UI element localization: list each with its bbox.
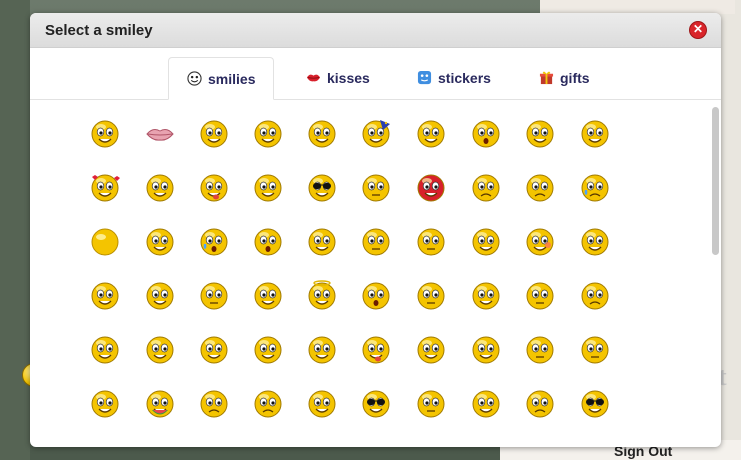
laughing-smiley-icon[interactable] [579, 118, 611, 150]
nerd-smiley-icon[interactable] [470, 226, 502, 258]
skeptical-smiley-icon[interactable] [252, 118, 284, 150]
neutral-eyes-smiley-icon[interactable] [198, 280, 230, 312]
smile-cover-mouth-smiley-icon[interactable] [89, 118, 121, 150]
grin-smiley-icon[interactable] [198, 118, 230, 150]
rage-fists-smiley-icon[interactable] [89, 280, 121, 312]
shocked-smiley-icon[interactable] [252, 226, 284, 258]
tab-label: gifts [560, 69, 590, 86]
evil-smiley-icon[interactable] [252, 280, 284, 312]
angry-smiley-icon[interactable] [415, 172, 447, 204]
raised-brow-smiley-icon[interactable] [415, 334, 447, 366]
wide-eyes-smiley-icon[interactable] [579, 226, 611, 258]
love-struck-smiley-icon[interactable] [89, 172, 121, 204]
gritted-teeth-smiley-icon[interactable] [89, 388, 121, 420]
rolling-eyes-smiley-icon[interactable] [198, 334, 230, 366]
crying-smiley-icon[interactable] [579, 172, 611, 204]
ball-smiley-icon[interactable] [89, 226, 121, 258]
lips-tab-icon [306, 74, 321, 82]
meh-smiley-icon[interactable] [579, 334, 611, 366]
unsure-smiley-icon[interactable] [524, 334, 556, 366]
side-eye-smiley-icon[interactable] [252, 172, 284, 204]
peeking-smiley-icon[interactable] [360, 388, 392, 420]
tab-label: stickers [438, 69, 491, 86]
cool-smiley-icon[interactable] [306, 172, 338, 204]
crafty-smiley-icon[interactable] [252, 334, 284, 366]
dialog-title: Select a smiley [45, 22, 153, 39]
pout-smiley-icon[interactable] [306, 388, 338, 420]
surprised-smiley-icon[interactable] [470, 118, 502, 150]
sly-smiley-icon[interactable] [524, 280, 556, 312]
tab-label: smilies [208, 70, 256, 87]
scrollbar[interactable] [712, 107, 719, 255]
suspicious-smiley-icon[interactable] [415, 388, 447, 420]
background-left-panel [0, 0, 30, 460]
scream-smiley-icon[interactable] [360, 280, 392, 312]
frown-smiley-icon[interactable] [524, 172, 556, 204]
smiley-tab-icon [187, 71, 202, 86]
tab-smilies[interactable]: smilies [168, 57, 275, 100]
tab-label: kisses [327, 69, 370, 86]
wink-smiley-icon[interactable] [415, 118, 447, 150]
frightened-smiley-icon[interactable] [524, 388, 556, 420]
goggles-smiley-icon[interactable] [579, 388, 611, 420]
gift-tab-icon [539, 71, 554, 85]
watermelon-smiley-icon[interactable] [144, 388, 176, 420]
smiley-dialog: Select a smiley ✕ smilies kisses sticker… [30, 13, 721, 447]
grumpy-smiley-icon[interactable] [252, 388, 284, 420]
angel-smiley-icon[interactable] [306, 280, 338, 312]
doubtful-smiley-icon[interactable] [579, 280, 611, 312]
lips-smiley-icon[interactable] [144, 118, 176, 150]
tab-gifts[interactable]: gifts [539, 57, 590, 98]
tab-bar: smilies kisses stickers gifts [30, 57, 721, 100]
party-smiley-icon[interactable] [360, 118, 392, 150]
worried-smiley-icon[interactable] [470, 172, 502, 204]
sleepy-smiley-icon[interactable] [144, 334, 176, 366]
pointing-smiley-icon[interactable] [306, 334, 338, 366]
happy-smiley-icon[interactable] [144, 226, 176, 258]
eyes-right-smiley-icon[interactable] [470, 334, 502, 366]
dialog-titlebar: Select a smiley ✕ [30, 13, 721, 48]
sad-eyes-smiley-icon[interactable] [198, 388, 230, 420]
unamused-smiley-icon[interactable] [360, 172, 392, 204]
smiley-grid [30, 100, 710, 447]
blushing-smiley-icon[interactable] [524, 226, 556, 258]
background-top-banner [540, 0, 735, 14]
tongue-wink-smiley-icon[interactable] [360, 334, 392, 366]
hands-on-cheeks-smiley-icon[interactable] [524, 118, 556, 150]
tab-stickers[interactable]: stickers [417, 57, 491, 98]
annoyed-smiley-icon[interactable] [415, 280, 447, 312]
close-button[interactable]: ✕ [689, 21, 707, 39]
sticker-tab-icon [417, 70, 432, 85]
sideways-glance-smiley-icon[interactable] [415, 226, 447, 258]
secret-smiley-icon[interactable] [89, 334, 121, 366]
puzzled-smiley-icon[interactable] [470, 388, 502, 420]
sweat-smiley-icon[interactable] [198, 226, 230, 258]
bored-hands-smiley-icon[interactable] [360, 226, 392, 258]
thinking-smiley-icon[interactable] [306, 226, 338, 258]
tab-kisses[interactable]: kisses [306, 57, 370, 98]
pleased-smiley-icon[interactable] [144, 280, 176, 312]
big-eyes-smiley-icon[interactable] [144, 172, 176, 204]
smirk-smiley-icon[interactable] [306, 118, 338, 150]
tongue-out-smiley-icon[interactable] [198, 172, 230, 204]
dubious-smiley-icon[interactable] [470, 280, 502, 312]
